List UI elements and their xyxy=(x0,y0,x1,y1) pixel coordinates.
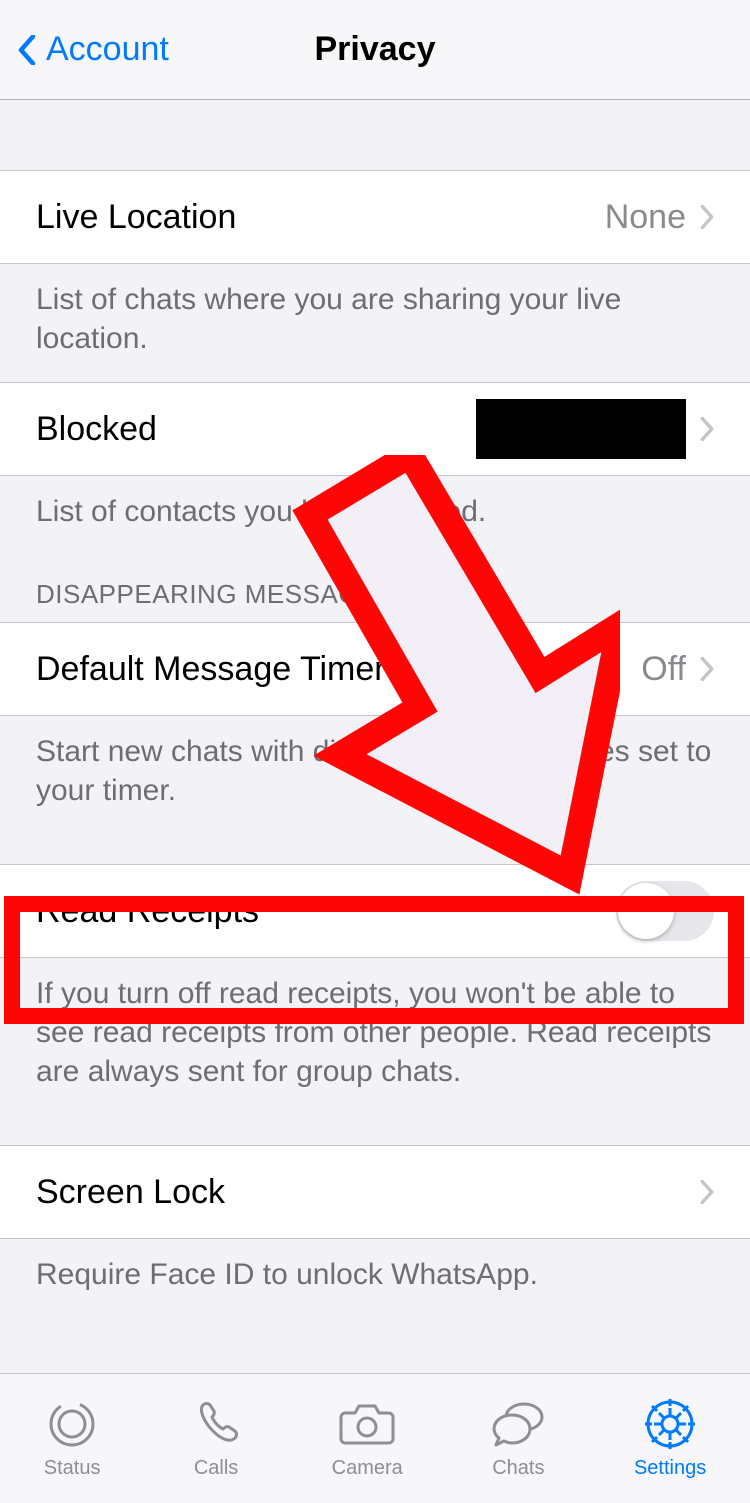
row-right xyxy=(700,1180,714,1204)
spacer xyxy=(0,100,750,170)
chevron-right-icon xyxy=(700,1180,714,1204)
tab-label: Chats xyxy=(492,1457,544,1480)
tab-chats[interactable]: Chats xyxy=(490,1397,546,1480)
tab-label: Calls xyxy=(194,1457,238,1480)
redacted-value xyxy=(476,399,686,459)
row-screen-lock[interactable]: Screen Lock xyxy=(0,1145,750,1239)
row-desc: List of chats where you are sharing your… xyxy=(0,264,750,382)
row-default-message-timer[interactable]: Default Message Timer Off xyxy=(0,622,750,716)
tab-label: Camera xyxy=(332,1457,403,1480)
page-title: Privacy xyxy=(315,30,436,69)
nav-header: Account Privacy xyxy=(0,0,750,100)
tab-calls[interactable]: Calls xyxy=(188,1397,244,1480)
toggle-knob xyxy=(618,883,674,939)
tab-label: Status xyxy=(44,1457,101,1480)
tab-status[interactable]: Status xyxy=(44,1397,101,1480)
row-desc: List of contacts you have blocked. xyxy=(0,476,750,555)
row-label: Live Location xyxy=(36,198,236,237)
row-desc: Require Face ID to unlock WhatsApp. xyxy=(0,1239,750,1318)
tab-camera[interactable]: Camera xyxy=(332,1397,403,1480)
row-right xyxy=(616,881,714,941)
chevron-right-icon xyxy=(700,417,714,441)
row-value: Off xyxy=(641,650,686,689)
back-label: Account xyxy=(46,30,169,69)
row-right: Off xyxy=(641,650,714,689)
chat-icon xyxy=(490,1397,546,1451)
row-desc: Start new chats with disappearing messag… xyxy=(0,716,750,834)
group-header-disappearing: DISAPPEARING MESSAGES xyxy=(0,555,750,622)
camera-icon xyxy=(339,1397,395,1451)
row-value: None xyxy=(605,198,686,237)
row-label: Screen Lock xyxy=(36,1173,225,1212)
row-label: Read Receipts xyxy=(36,892,259,931)
row-desc: If you turn off read receipts, you won't… xyxy=(0,958,750,1115)
chevron-right-icon xyxy=(700,657,714,681)
row-label: Blocked xyxy=(36,410,157,449)
gear-icon xyxy=(642,1397,698,1451)
tab-settings[interactable]: Settings xyxy=(634,1397,706,1480)
tab-bar: Status Calls Camera Chats xyxy=(0,1373,750,1503)
row-label: Default Message Timer xyxy=(36,650,386,689)
tab-label: Settings xyxy=(634,1457,706,1480)
chevron-right-icon xyxy=(700,205,714,229)
read-receipts-toggle[interactable] xyxy=(616,881,714,941)
phone-icon xyxy=(188,1397,244,1451)
chevron-left-icon xyxy=(18,35,36,65)
back-button[interactable]: Account xyxy=(0,30,169,69)
row-right xyxy=(476,399,714,459)
row-blocked[interactable]: Blocked xyxy=(0,382,750,476)
row-live-location[interactable]: Live Location None xyxy=(0,170,750,264)
status-icon xyxy=(44,1397,100,1451)
row-read-receipts[interactable]: Read Receipts xyxy=(0,864,750,958)
row-right: None xyxy=(605,198,714,237)
